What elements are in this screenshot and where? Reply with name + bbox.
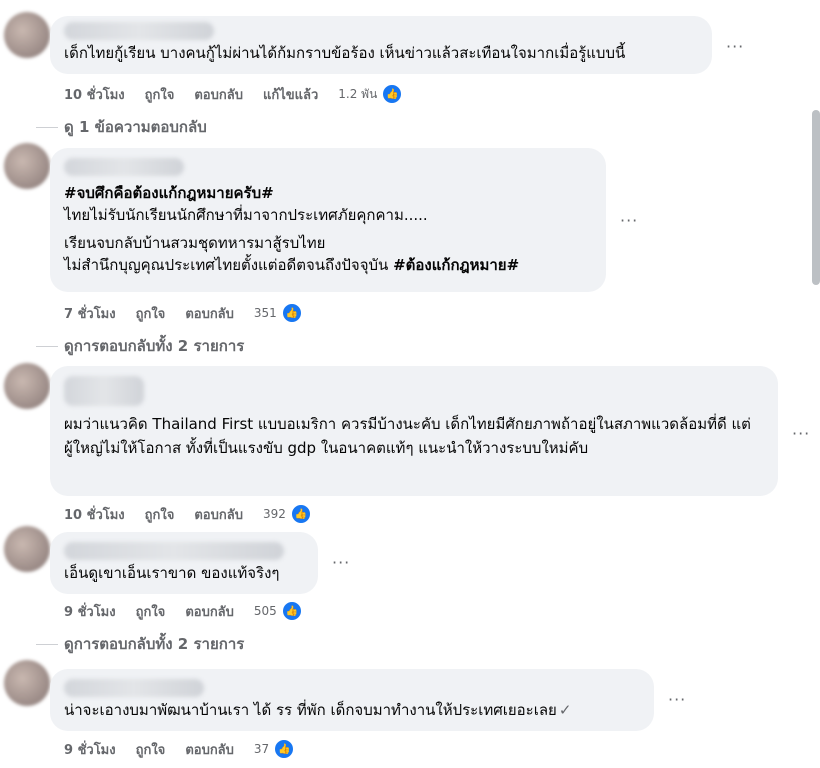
reply-button[interactable]: ตอบกลับ (194, 504, 243, 525)
commenter-name[interactable] (64, 22, 214, 40)
comment-bubble: #จบศึกคือต้องแก้กฎหมายครับ# ไทยไม่รับนัก… (50, 148, 606, 292)
comment-bubble: เด็กไทยกู้เรียน บางคนกู้ไม่ผ่านได้ก้มกรา… (50, 16, 712, 74)
scrollbar[interactable] (812, 110, 820, 285)
comment-actions: 9 ชั่วโมง ถูกใจ ตอบกลับ 37 👍 (64, 738, 296, 760)
comment-line: เรียนจบกลับบ้านสวมชุดทหารมาสู้รบไทย (64, 234, 326, 252)
commenter-name[interactable] (64, 158, 184, 176)
reaction-count[interactable]: 37 (254, 742, 269, 756)
view-replies-link[interactable]: ดูการตอบกลับทั้ง 2 รายการ (36, 632, 244, 656)
thread-line (36, 643, 58, 645)
more-options-icon[interactable]: ··· (726, 37, 744, 56)
comment-line: ไทยไม่รับนักเรียนนักศึกษาที่มาจากประเทศภ… (64, 206, 428, 224)
like-button[interactable]: ถูกใจ (145, 84, 175, 105)
like-button[interactable]: ถูกใจ (136, 303, 166, 324)
avatar[interactable] (4, 12, 50, 58)
reply-button[interactable]: ตอบกลับ (185, 601, 234, 622)
avatar[interactable] (4, 363, 50, 409)
comment-text: ผมว่าแนวคิด Thailand First แบบอเมริกา คว… (64, 415, 751, 457)
comment-line: ไม่สำนึกบุญคุณประเทศไทยตั้งแต่อดีตจนถึงป… (64, 254, 592, 276)
comment-line-text: ไม่สำนึกบุญคุณประเทศไทยตั้งแต่อดีตจนถึงป… (64, 256, 394, 274)
comment-actions: 7 ชั่วโมง ถูกใจ ตอบกลับ 351 👍 (64, 302, 303, 324)
more-options-icon[interactable]: ··· (668, 690, 686, 709)
reaction-count[interactable]: 351 (254, 306, 277, 320)
reply-button[interactable]: ตอบกลับ (185, 739, 234, 760)
reaction-count[interactable]: 505 (254, 604, 277, 618)
comment-text: น่าจะเอางบมาพัฒนาบ้านเรา ได้ รร ที่พัก เ… (64, 699, 640, 721)
comment-text: เอ็นดูเขาเอ็นเราขาด ของแท้จริงๆ (64, 564, 280, 582)
comment-time[interactable]: 9 ชั่วโมง (64, 601, 116, 622)
thread-line (36, 345, 58, 347)
view-replies-label[interactable]: ดูการตอบกลับทั้ง 2 รายการ (64, 632, 244, 656)
like-button[interactable]: ถูกใจ (136, 739, 166, 760)
comment-time[interactable]: 7 ชั่วโมง (64, 303, 116, 324)
comment-bubble: เอ็นดูเขาเอ็นเราขาด ของแท้จริงๆ (50, 532, 318, 594)
comment-time[interactable]: 10 ชั่วโมง (64, 504, 125, 525)
avatar[interactable] (4, 526, 50, 572)
like-reaction-icon: 👍 (273, 738, 296, 760)
comment-time[interactable]: 10 ชั่วโมง (64, 84, 125, 105)
comment-time[interactable]: 9 ชั่วโมง (64, 739, 116, 760)
reaction-count[interactable]: 392 (263, 507, 286, 521)
comment-bubble: น่าจะเอางบมาพัฒนาบ้านเรา ได้ รร ที่พัก เ… (50, 669, 654, 731)
avatar[interactable] (4, 143, 50, 189)
comment-hashtag: #จบศึกคือต้องแก้กฎหมายครับ# (64, 182, 592, 204)
thread-line (36, 126, 58, 128)
reply-button[interactable]: ตอบกลับ (185, 303, 234, 324)
like-reaction-icon: 👍 (381, 83, 404, 105)
view-replies-link[interactable]: ดูการตอบกลับทั้ง 2 รายการ (36, 334, 244, 358)
hashtag-text[interactable]: #ต้องแก้กฎหมาย# (393, 256, 519, 274)
hashtag-text[interactable]: #จบศึกคือต้องแก้กฎหมายครับ# (64, 184, 274, 202)
commenter-name[interactable] (64, 542, 284, 560)
checkmark-icon: ✓ (558, 701, 572, 719)
comment-bubble: ผมว่าแนวคิด Thailand First แบบอเมริกา คว… (50, 366, 778, 496)
reaction-count[interactable]: 1.2 พัน (338, 85, 377, 104)
edited-label: แก้ไขแล้ว (262, 87, 319, 103)
like-button[interactable]: ถูกใจ (145, 504, 175, 525)
like-reaction-icon: 👍 (280, 302, 303, 324)
like-reaction-icon: 👍 (280, 600, 303, 622)
like-button[interactable]: ถูกใจ (136, 601, 166, 622)
commenter-name[interactable] (64, 679, 204, 697)
more-options-icon[interactable]: ··· (620, 211, 638, 230)
like-reaction-icon: 👍 (289, 503, 312, 525)
comment-actions: 10 ชั่วโมง ถูกใจ ตอบกลับ 392 👍 (64, 503, 312, 525)
comment-text-body: น่าจะเอางบมาพัฒนาบ้านเรา ได้ รร ที่พัก เ… (64, 701, 557, 719)
commenter-name[interactable] (64, 376, 144, 406)
view-replies-label[interactable]: ดู 1 ข้อความตอบกลับ (64, 115, 207, 139)
view-replies-link[interactable]: ดู 1 ข้อความตอบกลับ (36, 115, 207, 139)
comment-actions: 9 ชั่วโมง ถูกใจ ตอบกลับ 505 👍 (64, 600, 303, 622)
view-replies-label[interactable]: ดูการตอบกลับทั้ง 2 รายการ (64, 334, 244, 358)
comment-actions: 10 ชั่วโมง ถูกใจ ตอบกลับ แก้ไขแล้ว 1.2 พ… (64, 83, 404, 105)
more-options-icon[interactable]: ··· (332, 553, 350, 572)
more-options-icon[interactable]: ··· (792, 424, 810, 443)
comment-text: เด็กไทยกู้เรียน บางคนกู้ไม่ผ่านได้ก้มกรา… (64, 44, 626, 62)
reply-button[interactable]: ตอบกลับ (194, 84, 243, 105)
avatar[interactable] (4, 660, 50, 706)
